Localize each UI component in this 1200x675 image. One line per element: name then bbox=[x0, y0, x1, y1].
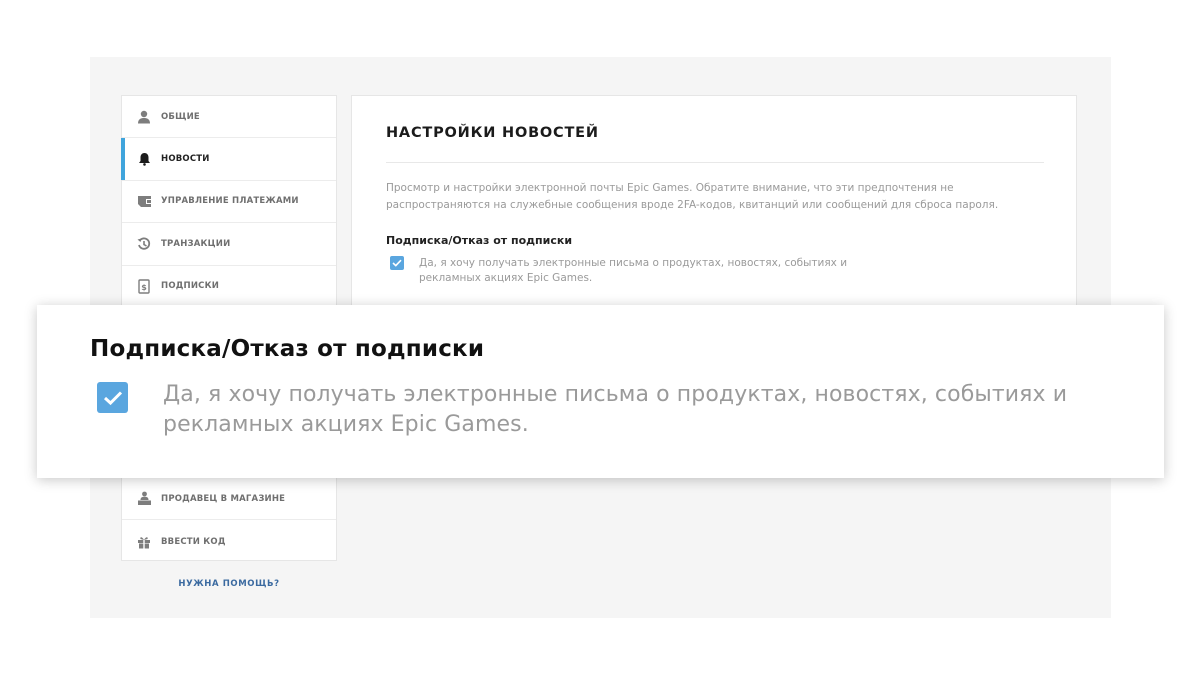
bell-icon bbox=[136, 151, 152, 167]
user-icon bbox=[136, 109, 152, 125]
title-divider bbox=[386, 162, 1044, 163]
sidebar-item-general[interactable]: ОБЩИЕ bbox=[122, 96, 336, 139]
zoom-newsletter-checkbox-label: Да, я хочу получать электронные письма о… bbox=[163, 382, 1068, 437]
history-icon bbox=[136, 236, 152, 252]
sidebar-item-label: УПРАВЛЕНИЕ ПЛАТЕЖАМИ bbox=[161, 196, 299, 207]
settings-description: Просмотр и настройки электронной почты E… bbox=[386, 182, 999, 211]
sidebar-item-label: НОВОСТИ bbox=[161, 154, 210, 165]
subscription-heading: Подписка/Отказ от подписки bbox=[386, 234, 573, 247]
checkmark-icon bbox=[392, 259, 402, 267]
newsletter-checkbox-label: Да, я хочу получать электронные письма о… bbox=[419, 257, 848, 284]
zoom-newsletter-checkbox[interactable] bbox=[97, 382, 128, 413]
sidebar-item-news[interactable]: НОВОСТИ bbox=[121, 138, 336, 181]
news-settings-card: НАСТРОЙКИ НОВОСТЕЙ Просмотр и настройки … bbox=[351, 95, 1077, 307]
sidebar-item-transactions[interactable]: ТРАНЗАКЦИИ bbox=[122, 223, 336, 266]
checkmark-icon bbox=[103, 390, 122, 405]
sidebar-item-label: ОБЩИЕ bbox=[161, 111, 200, 122]
sidebar-item-label: ПОДПИСКИ bbox=[161, 281, 220, 292]
svg-text:$: $ bbox=[141, 283, 147, 292]
sidebar-item-store-seller[interactable]: ПРОДАВЕЦ В МАГАЗИНЕ bbox=[122, 478, 336, 521]
page-title: НАСТРОЙКИ НОВОСТЕЙ bbox=[386, 125, 599, 141]
zoom-subscription-heading: Подписка/Отказ от подписки bbox=[90, 336, 485, 362]
subscription-icon: $ bbox=[136, 278, 152, 294]
seller-icon bbox=[136, 491, 152, 507]
sidebar-item-payments[interactable]: УПРАВЛЕНИЕ ПЛАТЕЖАМИ bbox=[122, 181, 336, 224]
sidebar-item-label: ПРОДАВЕЦ В МАГАЗИНЕ bbox=[161, 493, 286, 504]
sidebar-item-redeem-code[interactable]: ВВЕСТИ КОД bbox=[122, 520, 336, 562]
sidebar-item-subscriptions[interactable]: $ ПОДПИСКИ bbox=[122, 266, 336, 308]
gift-icon bbox=[136, 534, 152, 550]
newsletter-checkbox[interactable] bbox=[390, 256, 404, 270]
help-link[interactable]: НУЖНА ПОМОЩЬ? bbox=[121, 579, 337, 589]
zoom-callout: Подписка/Отказ от подписки Да, я хочу по… bbox=[37, 305, 1164, 478]
sidebar-item-label: ТРАНЗАКЦИИ bbox=[161, 238, 231, 249]
wallet-icon bbox=[136, 193, 152, 209]
sidebar-item-label: ВВЕСТИ КОД bbox=[161, 536, 226, 547]
